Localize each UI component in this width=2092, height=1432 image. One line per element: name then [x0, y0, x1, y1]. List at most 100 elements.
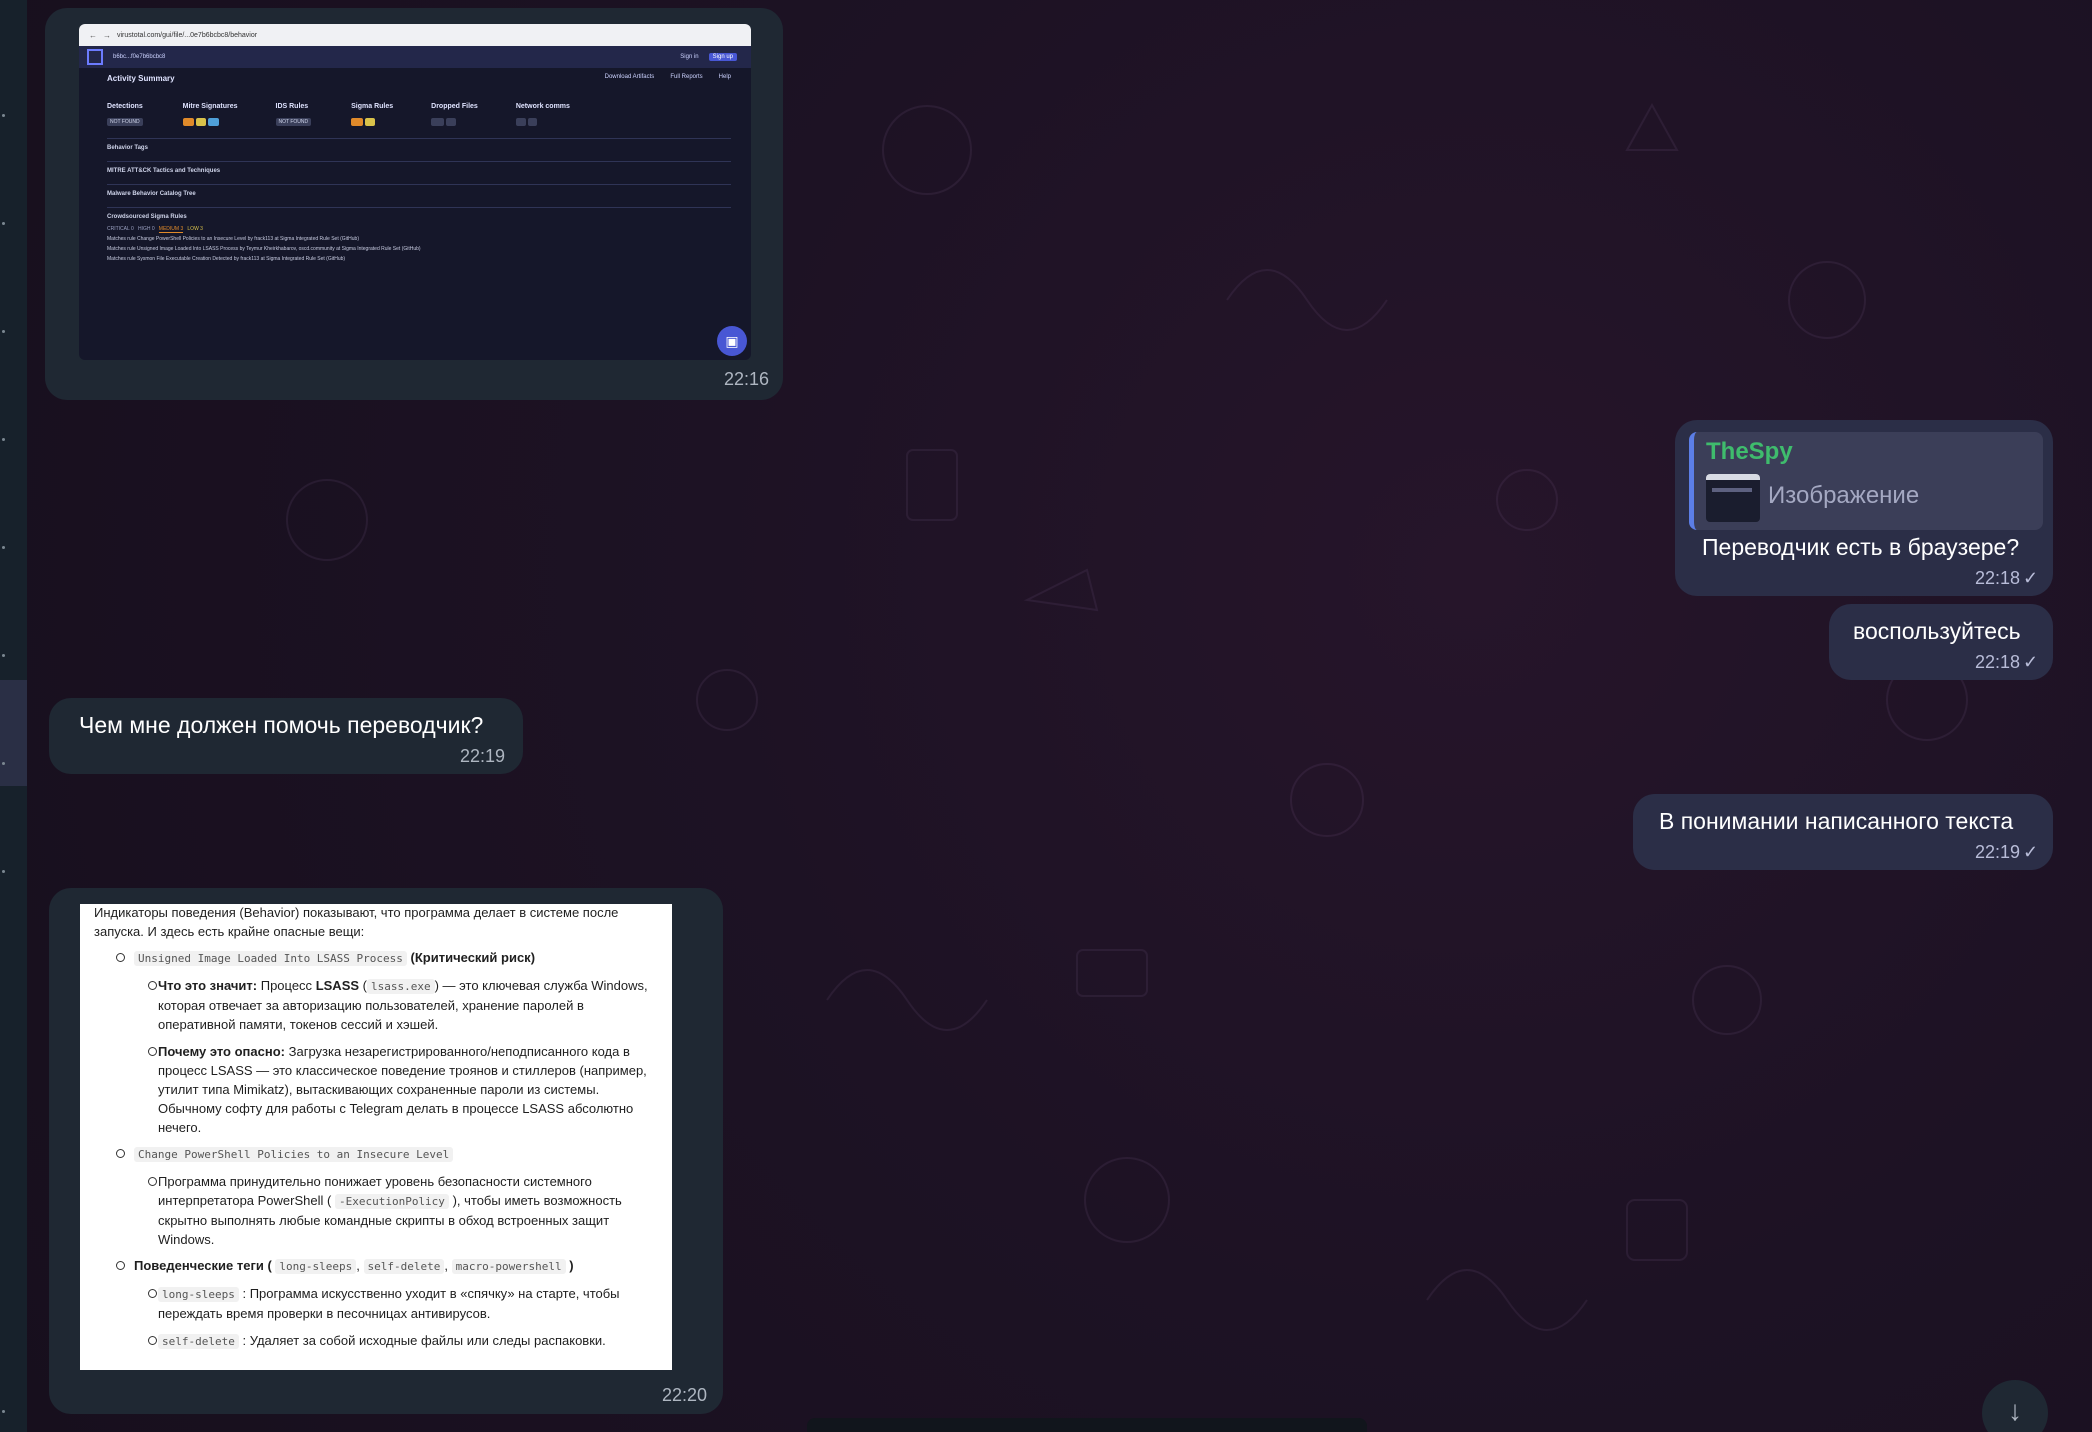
tab: MEDIUM 3 [158, 226, 184, 233]
doc-subitem: Что это значит: Процесс LSASS (lsass.exe… [94, 976, 658, 1034]
file-hash: b6bc...f0e7b6bcbc8 [113, 54, 166, 60]
bold-text: Почему это опасно: [158, 1044, 285, 1059]
dot [2, 546, 5, 549]
tag [182, 118, 195, 126]
dot [2, 1410, 5, 1413]
doc-subitem: Почему это опасно: Загрузка незарегистри… [94, 1042, 658, 1137]
message-outgoing[interactable]: В понимании написанного текста 22:19 ✓ [1633, 794, 2053, 870]
doc-subitem: Программа принудительно понижает уровень… [94, 1172, 658, 1249]
activity-title: Activity Summary [107, 74, 175, 83]
site-logo [87, 49, 103, 65]
doc-item: Поведенческие теги ( long-sleeps, self-d… [94, 1256, 658, 1276]
tag [515, 118, 527, 126]
col-network: Network comms [515, 103, 570, 110]
activity-content: Activity Summary Download Artifacts Full… [107, 74, 731, 360]
bold-text: LSASS [315, 978, 360, 993]
section-mbc: Malware Behavior Catalog Tree [107, 184, 731, 197]
message-outgoing[interactable]: воспользуйтесь 22:18 ✓ [1829, 604, 2053, 680]
dot [2, 114, 5, 117]
tag [364, 118, 375, 126]
code-span: lsass.exe [366, 979, 435, 994]
summary-row: Detections NOT FOUND Mitre Signatures IDS… [107, 103, 731, 128]
message-text: Переводчик есть в браузере? [1702, 534, 2020, 560]
tab: CRITICAL 0 [107, 226, 134, 232]
col-dropped: Dropped Files [431, 103, 478, 110]
message-time: 22:18 [1975, 652, 2021, 672]
signin-link: Sign in [680, 54, 699, 60]
doc-text: : Удаляет за собой исходные файлы или сл… [242, 1333, 606, 1348]
chat-fab-icon: ▣ [717, 326, 747, 356]
tag [196, 118, 207, 126]
code-span: self-delete [158, 1334, 239, 1349]
code-span: -ExecutionPolicy [334, 1194, 449, 1209]
dot [2, 438, 5, 441]
code-span: Unsigned Image Loaded Into LSASS Process [134, 951, 407, 966]
menu-item: Help [718, 74, 731, 80]
col-mitre: Mitre Signatures [182, 103, 238, 110]
message-time: 22:18 [1975, 568, 2021, 588]
active-chat-marker [0, 680, 27, 786]
browser-url: virustotal.com/gui/file/...0e7b6bcbc8/be… [117, 31, 258, 39]
tab: HIGH 0 [137, 226, 155, 232]
message-text: воспользуйтесь [1853, 618, 2021, 644]
col-ids: IDS Rules [275, 103, 309, 110]
code-span: long-sleeps [275, 1259, 357, 1274]
tag: NOT FOUND [275, 118, 312, 126]
doc-intro: Индикаторы поведения (Behavior) показыва… [94, 905, 619, 939]
reply-quote[interactable]: TheSpy Изображение [1689, 432, 2043, 530]
bold-text: (Критический риск) [410, 950, 536, 965]
doc-subitem: long-sleeps : Программа искусственно ухо… [94, 1284, 658, 1323]
document-image[interactable]: Индикаторы поведения (Behavior) показыва… [80, 904, 672, 1370]
menu-item: Download Artifacts [604, 74, 655, 80]
doc-item: Change PowerShell Policies to an Insecur… [94, 1144, 658, 1164]
check-icon: ✓ [2023, 568, 2039, 588]
code-span: self-delete [363, 1259, 445, 1274]
left-panel-edge [0, 0, 27, 1432]
reply-thumbnail [1706, 474, 1760, 522]
col-detections: Detections [107, 103, 143, 110]
rule-line: Matches rule Change PowerShell Policies … [107, 236, 359, 242]
code-span: long-sleeps [158, 1287, 239, 1302]
message-time: 22:20 [661, 1385, 707, 1405]
rule-line: Matches rule Unsigned Image Loaded Into … [107, 246, 421, 252]
message-time: 22:16 [723, 369, 769, 389]
tab: LOW 3 [187, 226, 203, 232]
doc-subitem: self-delete : Удаляет за собой исходные … [94, 1331, 658, 1351]
code-span: macro-powershell [451, 1259, 566, 1274]
bold-text: ) [569, 1258, 574, 1273]
message-text: Чем мне должен помочь переводчик? [79, 712, 484, 738]
message-reply-outgoing[interactable]: TheSpy Изображение Переводчик есть в бра… [1675, 420, 2053, 596]
message-image-incoming[interactable]: ← → virustotal.com/gui/file/...0e7b6bcbc… [45, 8, 783, 400]
section-behavior-tags: Behavior Tags [107, 138, 731, 151]
dot [2, 222, 5, 225]
dot [2, 762, 5, 765]
dot [2, 870, 5, 873]
menu-item: Full Reports [670, 74, 703, 80]
site-header: b6bc...f0e7b6bcbc8 Sign in Sign up [79, 46, 751, 68]
message-time: 22:19 [459, 746, 505, 766]
section-sigma: Crowdsourced Sigma Rules [107, 207, 731, 220]
tag [431, 118, 445, 126]
composer-edge [807, 1418, 1367, 1432]
dot [2, 654, 5, 657]
col-sigma: Sigma Rules [351, 103, 394, 110]
code-span: Change PowerShell Policies to an Insecur… [134, 1147, 454, 1162]
tag: NOT FOUND [107, 118, 143, 126]
bold-text: Что это значит: [158, 978, 258, 993]
dot [2, 330, 5, 333]
tag [351, 118, 363, 126]
screenshot-image[interactable]: ← → virustotal.com/gui/file/...0e7b6bcbc… [79, 24, 751, 360]
severity-tabs: CRITICAL 0 HIGH 0 MEDIUM 3 LOW 3 [107, 226, 731, 233]
tag [446, 118, 457, 126]
message-text: В понимании написанного текста [1659, 808, 2014, 834]
reply-sender: TheSpy [1706, 438, 1793, 465]
check-icon: ✓ [2023, 842, 2039, 862]
tag [528, 118, 537, 126]
bold-text: Поведенческие теги ( [134, 1258, 272, 1273]
doc-item: Unsigned Image Loaded Into LSASS Process… [94, 948, 658, 968]
chat-area[interactable]: ← → virustotal.com/gui/file/...0e7b6bcbc… [27, 0, 2092, 1432]
message-incoming[interactable]: Чем мне должен помочь переводчик? 22:19 [49, 698, 523, 774]
message-time: 22:19 [1975, 842, 2021, 862]
tag [208, 118, 219, 126]
rule-line: Matches rule Sysmon File Executable Crea… [107, 256, 346, 262]
